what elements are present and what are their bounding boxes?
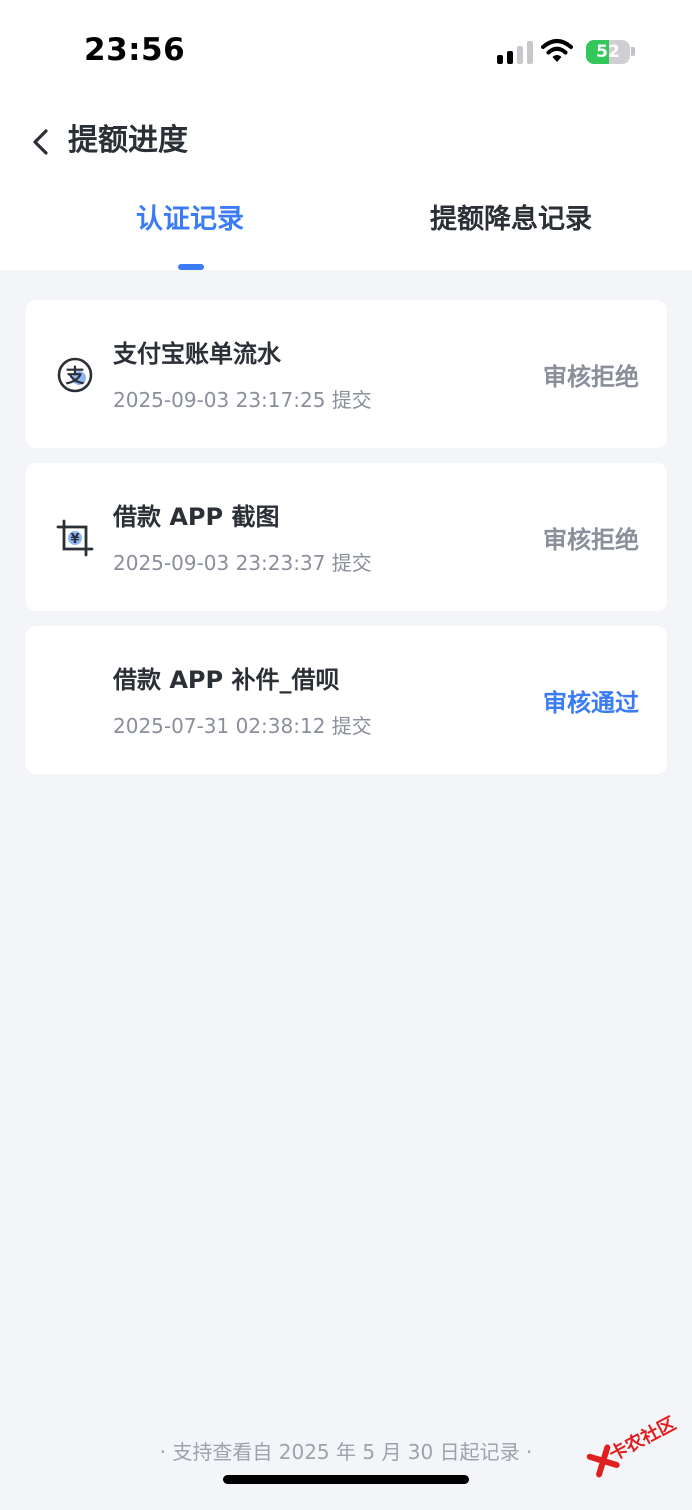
page-title: 提额进度 <box>68 123 188 158</box>
record-title: 借款 APP 补件_借呗 <box>113 666 340 694</box>
record-card-loan-app-screenshot[interactable]: ¥ 借款 APP 截图 2025-09-03 23:23:37 提交 审核拒绝 <box>26 463 667 611</box>
battery-cap <box>631 47 635 56</box>
record-list: 支 支付宝账单流水 2025-09-03 23:17:25 提交 审核拒绝 ¥ … <box>26 300 667 789</box>
alipay-icon: 支 <box>57 357 93 393</box>
tab-limit-rate-records[interactable]: 提额降息记录 <box>430 195 592 245</box>
record-status: 审核拒绝 <box>543 526 639 554</box>
watermark-text: 卡农社区 <box>606 1413 680 1466</box>
cellular-signal-icon <box>497 40 533 64</box>
status-time: 23:56 <box>84 32 186 68</box>
svg-text:¥: ¥ <box>70 532 79 547</box>
record-card-loan-app-supplement[interactable]: 借款 APP 补件_借呗 2025-07-31 02:38:12 提交 审核通过 <box>26 626 667 774</box>
home-indicator[interactable] <box>223 1475 469 1484</box>
record-status: 审核通过 <box>543 689 639 717</box>
back-button[interactable] <box>28 122 58 162</box>
status-bar: 23:56 52 <box>0 0 692 100</box>
record-submit-time: 2025-09-03 23:17:25 提交 <box>113 388 372 412</box>
wifi-icon <box>541 39 573 62</box>
record-title: 借款 APP 截图 <box>113 503 280 531</box>
watermark-logo: 卡农社区 <box>572 1386 692 1510</box>
screenshot-crop-icon: ¥ <box>56 519 94 557</box>
svg-text:支: 支 <box>64 365 85 387</box>
record-title: 支付宝账单流水 <box>113 340 281 368</box>
record-submit-time: 2025-07-31 02:38:12 提交 <box>113 714 372 738</box>
nav-bar: 提额进度 <box>0 100 692 182</box>
tab-certification-records[interactable]: 认证记录 <box>136 195 244 245</box>
header-area: 23:56 52 提额进度 认证记录 提额降息记录 <box>0 0 692 270</box>
record-card-alipay-statement[interactable]: 支 支付宝账单流水 2025-09-03 23:17:25 提交 审核拒绝 <box>26 300 667 448</box>
active-tab-indicator <box>178 264 204 270</box>
record-status: 审核拒绝 <box>543 363 639 391</box>
chevron-left-icon <box>33 129 48 155</box>
battery-indicator: 52 <box>586 40 630 64</box>
battery-percent: 52 <box>596 42 620 62</box>
record-submit-time: 2025-09-03 23:23:37 提交 <box>113 551 372 575</box>
tab-bar: 认证记录 提额降息记录 <box>0 195 692 270</box>
